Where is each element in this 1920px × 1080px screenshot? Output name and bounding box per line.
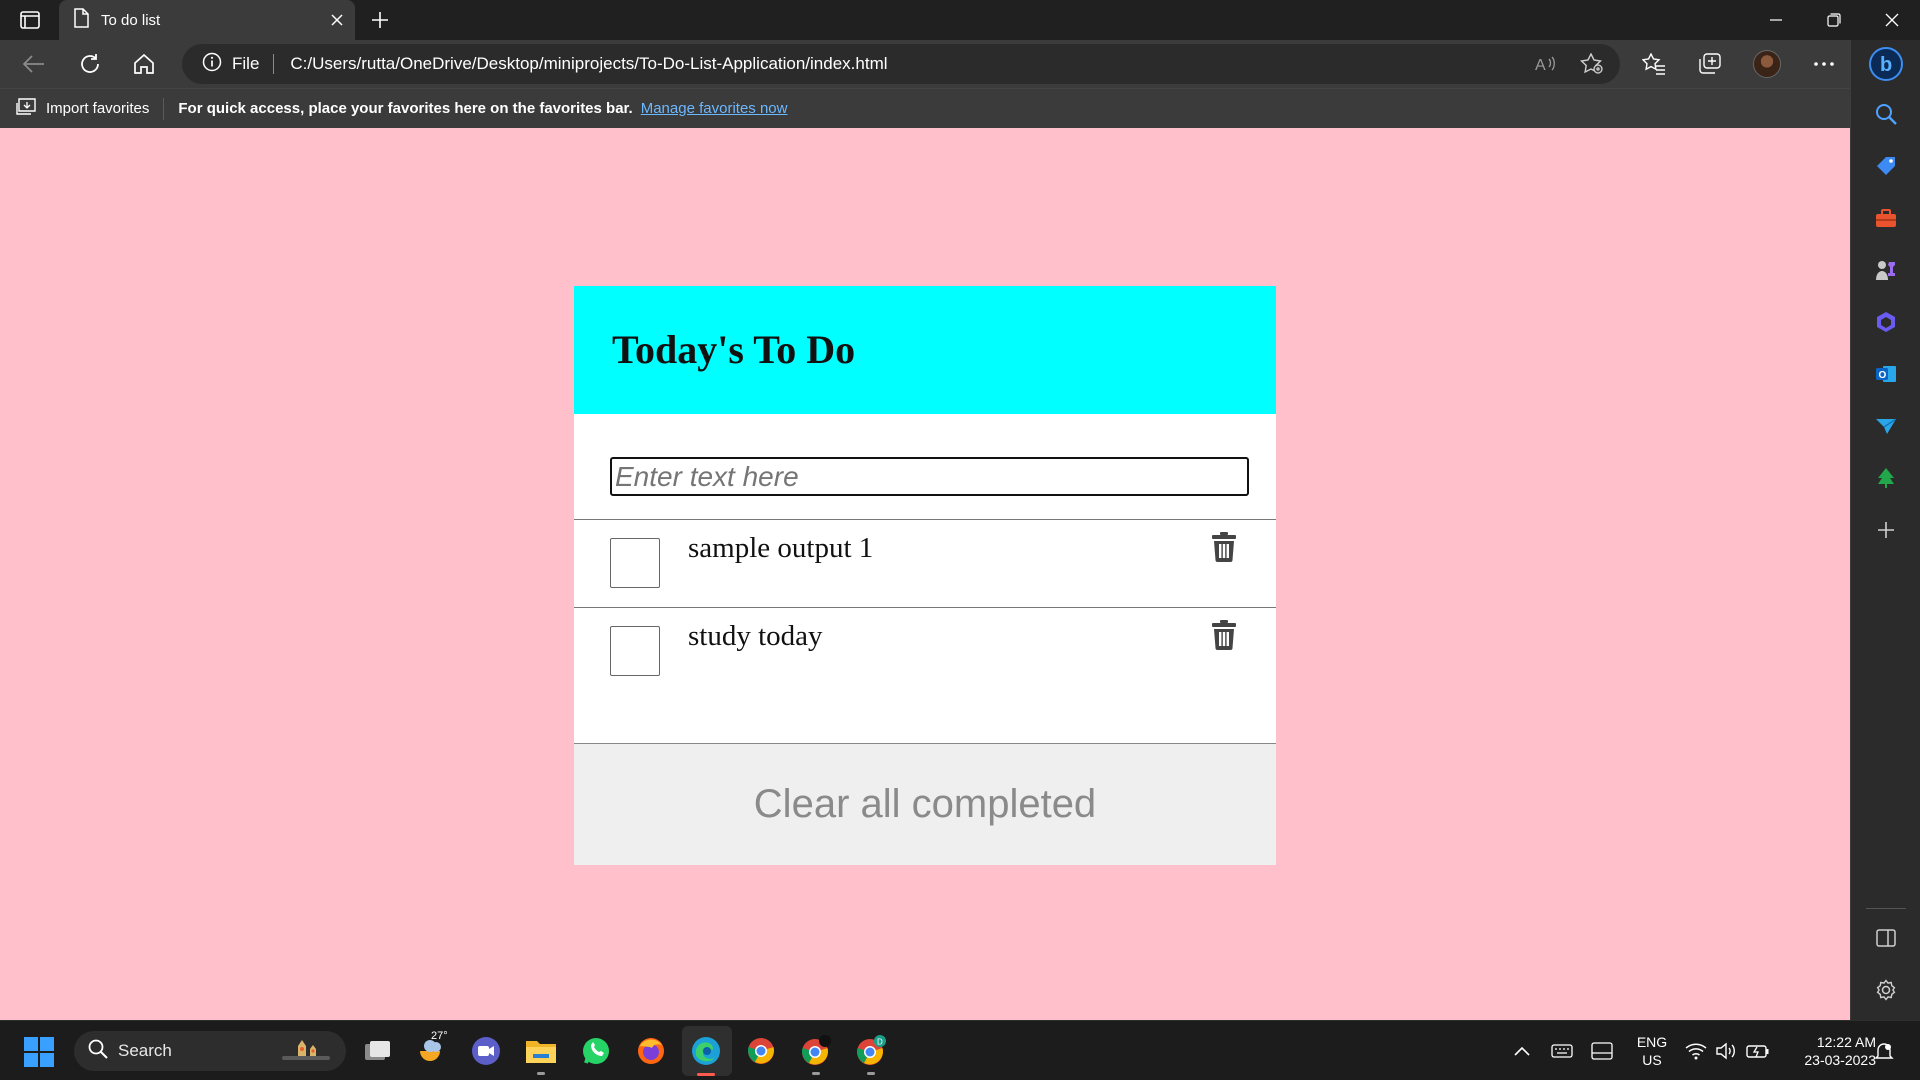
profile-avatar[interactable] [1747, 48, 1787, 80]
split-screen-icon[interactable] [1868, 920, 1904, 956]
info-icon[interactable] [202, 52, 222, 76]
trash-icon[interactable] [1208, 530, 1240, 564]
tab-actions-icon[interactable] [14, 8, 46, 32]
more-options-icon[interactable] [1804, 48, 1844, 80]
favorites-icon[interactable] [1634, 48, 1674, 80]
search-highlight-icon [280, 1036, 332, 1066]
office-icon[interactable] [1868, 304, 1904, 340]
collections-icon[interactable] [1690, 48, 1730, 80]
todo-item-text: study today [688, 620, 823, 652]
tools-icon[interactable] [1868, 200, 1904, 236]
favorites-message: For quick access, place your favorites h… [178, 100, 633, 117]
input-language[interactable]: ENG US [1630, 1033, 1674, 1069]
running-indicator [537, 1072, 545, 1075]
todo-checkbox[interactable] [610, 626, 660, 676]
battery-icon[interactable] [1746, 1039, 1770, 1063]
svg-text:A: A [1535, 57, 1546, 73]
favorites-bar: Import favorites For quick access, place… [0, 88, 1850, 128]
add-icon[interactable] [1868, 512, 1904, 548]
whatsapp-icon[interactable] [576, 1031, 616, 1071]
windows-start-icon[interactable] [24, 1037, 54, 1067]
restore-icon[interactable] [1806, 0, 1862, 40]
search-icon[interactable] [1868, 96, 1904, 132]
page-title: Today's To Do [612, 327, 856, 372]
refresh-icon[interactable] [70, 48, 110, 80]
taskbar-clock[interactable]: 12:22 AM 23-03-2023 [1776, 1033, 1876, 1069]
page-icon [73, 8, 89, 32]
todo-item-text: sample output 1 [688, 532, 874, 564]
sidebar-divider [1866, 908, 1906, 909]
search-icon [88, 1039, 108, 1063]
clock-time: 12:22 AM [1816, 1034, 1876, 1050]
todo-card: Today's To Do sample output 1 study toda… [574, 286, 1276, 865]
language-code: ENG [1636, 1034, 1668, 1050]
edge-sidebar: b O [1850, 40, 1920, 1020]
active-indicator [697, 1073, 715, 1076]
taskbar-search-label: Search [118, 1041, 172, 1060]
running-indicator [867, 1072, 875, 1075]
meet-icon[interactable] [466, 1031, 506, 1071]
todo-text-input[interactable] [610, 457, 1249, 496]
outlook-icon[interactable]: O [1868, 356, 1904, 392]
todo-checkbox[interactable] [610, 538, 660, 588]
address-separator [273, 54, 275, 74]
settings-icon[interactable] [1868, 972, 1904, 1008]
file-explorer-icon[interactable] [521, 1031, 561, 1075]
address-prefix: File [232, 54, 260, 73]
trash-icon[interactable] [1208, 618, 1240, 652]
taskbar-search[interactable]: Search [74, 1031, 346, 1071]
close-window-icon[interactable] [1864, 0, 1920, 40]
todo-input-section [574, 414, 1276, 520]
browser-tab[interactable]: To do list [59, 0, 355, 40]
chrome-profile-icon[interactable] [796, 1031, 836, 1075]
import-favorites-label: Import favorites [46, 100, 150, 117]
todo-list-item: sample output 1 [574, 520, 1276, 608]
address-url[interactable]: C:/Users/rutta/OneDrive/Desktop/miniproj… [290, 54, 887, 74]
import-favorites-button[interactable]: Import favorites [16, 97, 165, 120]
volume-icon[interactable] [1714, 1039, 1738, 1063]
notifications-icon[interactable] [1872, 1039, 1896, 1063]
read-aloud-icon[interactable]: A [1526, 48, 1566, 80]
clear-completed-button[interactable]: Clear all completed [754, 782, 1096, 827]
windows-taskbar: Search 27° D ENG US 12:22 AM 23-03-2023 [0, 1020, 1920, 1080]
todo-footer: Clear all completed [574, 743, 1276, 865]
clock-date: 23-03-2023 [1804, 1052, 1876, 1068]
task-view-icon[interactable] [357, 1031, 397, 1071]
browser-titlebar: To do list [0, 0, 1920, 40]
bing-chat-icon[interactable]: b [1868, 46, 1904, 82]
tablet-mode-icon[interactable] [1590, 1039, 1614, 1063]
keyboard-icon[interactable] [1550, 1039, 1574, 1063]
tab-title: To do list [101, 11, 161, 29]
address-bar[interactable]: File C:/Users/rutta/OneDrive/Desktop/min… [182, 44, 1620, 84]
avatar [1753, 50, 1781, 78]
games-icon[interactable] [1868, 252, 1904, 288]
manage-favorites-link[interactable]: Manage favorites now [641, 100, 788, 117]
wifi-icon[interactable] [1684, 1039, 1708, 1063]
region-code: US [1642, 1052, 1662, 1068]
chrome-icon[interactable] [741, 1031, 781, 1071]
weather-temperature: 27° [431, 1030, 448, 1042]
edge-icon[interactable] [686, 1031, 726, 1076]
send-icon[interactable] [1868, 408, 1904, 444]
svg-text:D: D [877, 1038, 883, 1047]
minimize-icon[interactable] [1748, 0, 1804, 40]
tab-close-icon[interactable] [321, 4, 353, 36]
shopping-tag-icon[interactable] [1868, 148, 1904, 184]
import-favorites-icon [16, 97, 38, 120]
chevron-up-icon[interactable] [1510, 1039, 1534, 1063]
svg-text:b: b [1880, 54, 1892, 76]
todo-header: Today's To Do [574, 286, 1276, 414]
tree-icon[interactable] [1868, 460, 1904, 496]
firefox-icon[interactable] [631, 1031, 671, 1071]
browser-toolbar: File C:/Users/rutta/OneDrive/Desktop/min… [0, 40, 1920, 88]
running-indicator [812, 1072, 820, 1075]
home-icon[interactable] [124, 48, 164, 80]
add-favorite-icon[interactable] [1572, 48, 1612, 80]
back-icon[interactable] [14, 48, 54, 80]
svg-text:O: O [1879, 370, 1887, 381]
chrome-profile-d-icon[interactable]: D [851, 1031, 891, 1075]
new-tab-icon[interactable] [364, 6, 396, 34]
todo-list-item: study today [574, 608, 1276, 696]
